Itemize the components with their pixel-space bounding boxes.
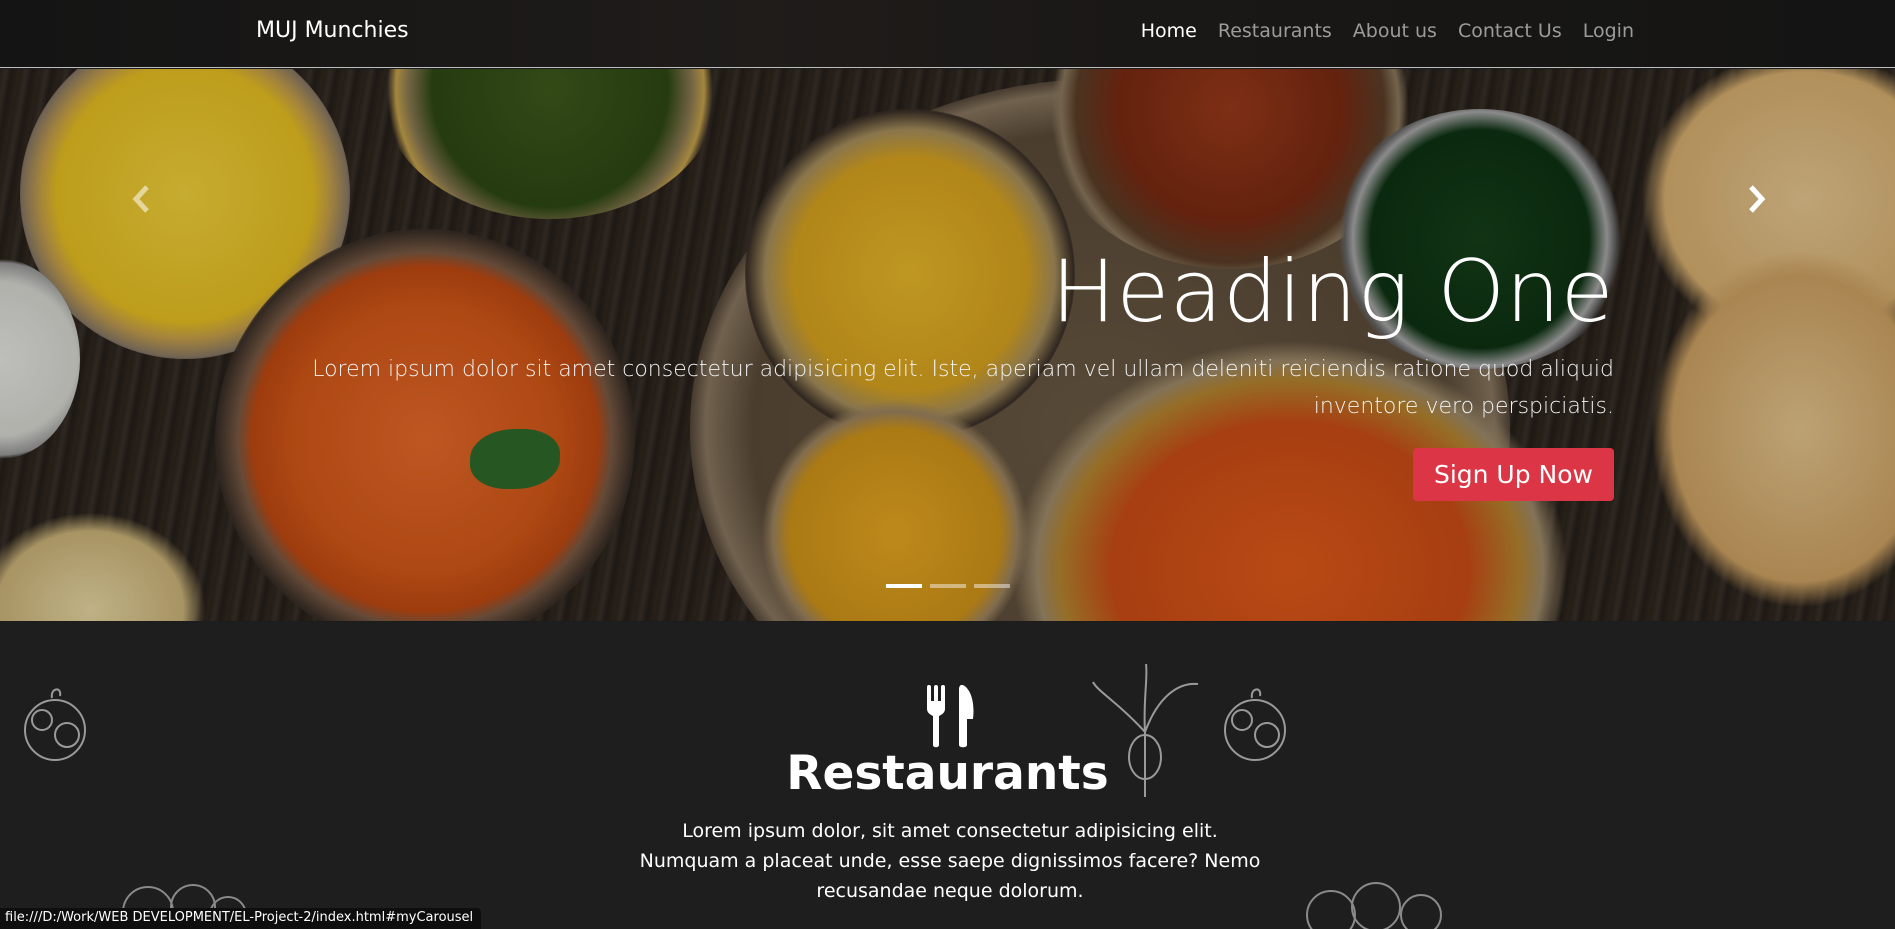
brand-logo[interactable]: MUJ Munchies xyxy=(256,18,409,43)
restaurants-description: Lorem ipsum dolor, sit amet consectetur … xyxy=(639,820,1261,902)
vegetable-doodle-icon xyxy=(1306,882,1442,929)
nav-link-about[interactable]: About us xyxy=(1353,20,1437,42)
chevron-left-icon xyxy=(132,185,149,213)
nav-links: Home Restaurants About us Contact Us Log… xyxy=(1141,20,1634,42)
carousel-indicator-1[interactable] xyxy=(886,584,922,588)
nav-link-home[interactable]: Home xyxy=(1141,20,1197,42)
carousel-caption: Heading One Lorem ipsum dolor sit amet c… xyxy=(254,242,1614,502)
sign-up-button[interactable]: Sign Up Now xyxy=(1412,448,1614,502)
carousel-indicator-2[interactable] xyxy=(930,584,966,588)
nav-link-login[interactable]: Login xyxy=(1583,20,1634,42)
restaurants-title: Restaurants xyxy=(786,746,1109,801)
navbar: MUJ Munchies Home Restaurants About us C… xyxy=(0,0,1895,68)
carousel-text: Lorem ipsum dolor sit amet consectetur a… xyxy=(312,357,1614,420)
carousel-indicators xyxy=(886,584,1010,588)
chevron-right-icon xyxy=(1749,185,1766,213)
carousel-next-button[interactable] xyxy=(1736,169,1776,229)
nav-link-contact[interactable]: Contact Us xyxy=(1458,20,1562,42)
browser-status-bar: file:///D:/Work/WEB DEVELOPMENT/EL-Proje… xyxy=(0,908,482,929)
fork-knife-icon xyxy=(927,685,974,748)
restaurants-section: Restaurants Lorem ipsum dolor, sit amet … xyxy=(0,622,1895,929)
carousel-prev-button[interactable] xyxy=(122,169,162,229)
nav-link-restaurants[interactable]: Restaurants xyxy=(1218,20,1332,42)
carousel-heading: Heading One xyxy=(1051,242,1614,342)
hero-carousel: Heading One Lorem ipsum dolor sit amet c… xyxy=(0,69,1895,621)
carousel-indicator-3[interactable] xyxy=(974,584,1010,588)
